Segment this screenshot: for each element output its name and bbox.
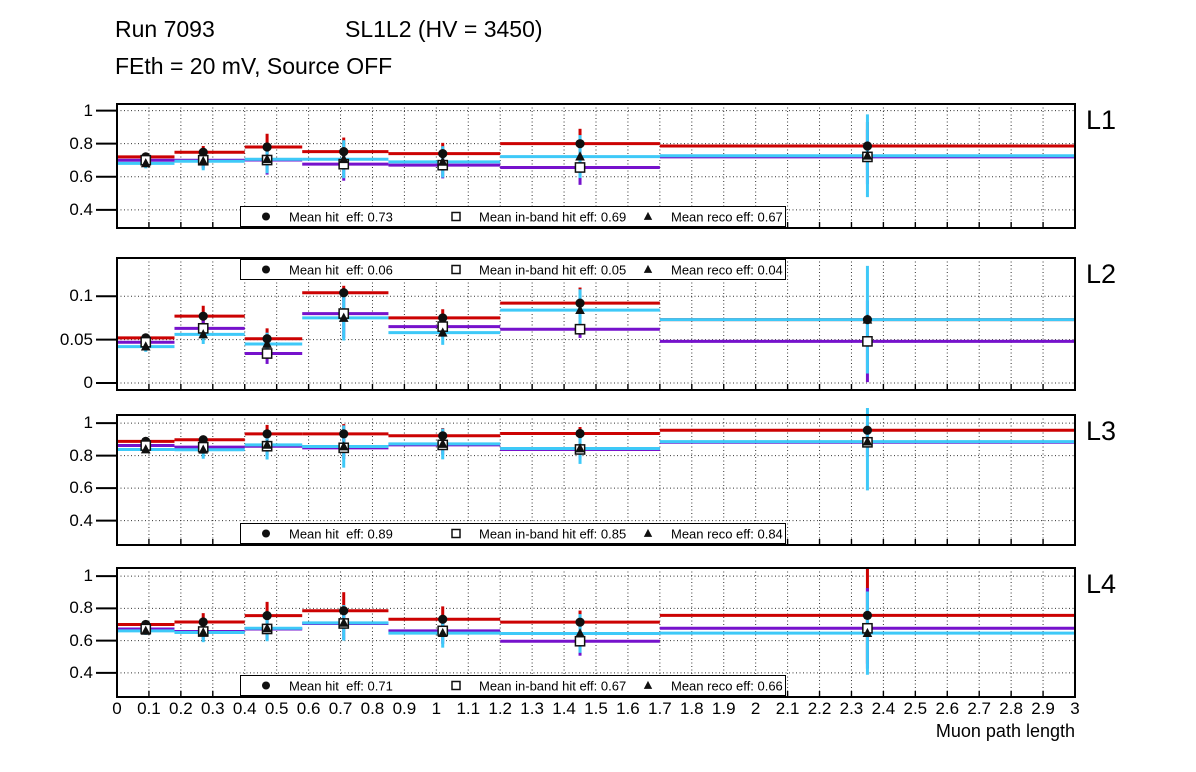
hit-eff-marker-circle xyxy=(262,611,271,620)
hit-eff-marker-circle xyxy=(863,426,872,435)
hit-eff-marker-circle xyxy=(575,618,584,627)
hit-eff-marker-circle xyxy=(575,429,584,438)
hit-eff-marker-circle xyxy=(438,313,447,322)
panel-L4 xyxy=(96,567,1075,697)
hit-eff-marker-circle xyxy=(262,429,271,438)
hit-eff-marker-circle xyxy=(262,142,271,151)
panel-data-L4 xyxy=(117,567,1075,675)
hit-eff-marker-circle xyxy=(339,288,348,297)
hit-eff-marker-circle xyxy=(575,139,584,148)
inband-eff-marker-square xyxy=(863,337,872,346)
efficiency-plot-canvas xyxy=(0,0,1196,772)
hit-eff-marker-circle xyxy=(199,312,208,321)
hit-eff-marker-circle xyxy=(863,611,872,620)
panel-L3 xyxy=(96,393,1075,545)
inband-eff-marker-square xyxy=(575,325,584,334)
panel-L1 xyxy=(96,104,1075,228)
panel-L2 xyxy=(96,258,1075,390)
hit-eff-marker-circle xyxy=(339,429,348,438)
root-canvas: Run 7093 SL1L2 (HV = 3450) FEth = 20 mV,… xyxy=(0,0,1196,772)
hit-eff-marker-circle xyxy=(199,617,208,626)
inband-eff-marker-square xyxy=(575,163,584,172)
hit-eff-marker-circle xyxy=(339,606,348,615)
inband-eff-marker-square xyxy=(575,637,584,646)
hit-eff-marker-circle xyxy=(863,141,872,150)
panel-data-L3 xyxy=(117,393,1075,491)
hit-eff-marker-circle xyxy=(438,615,447,624)
inband-eff-marker-square xyxy=(262,349,271,358)
